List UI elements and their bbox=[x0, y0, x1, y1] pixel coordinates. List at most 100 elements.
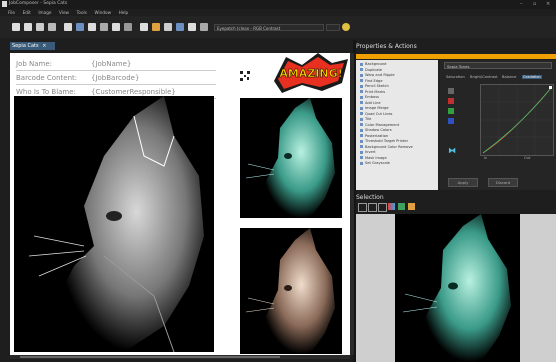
export-icon[interactable] bbox=[188, 23, 196, 31]
graph-in-label: In bbox=[484, 156, 488, 160]
tab-bright-contrast[interactable]: Bright/Contrast bbox=[470, 75, 497, 79]
gradation-curve-graph[interactable] bbox=[480, 84, 554, 156]
vertical-scrollbar[interactable] bbox=[350, 53, 354, 355]
list-item[interactable]: Background Color Remove bbox=[360, 145, 413, 149]
graph-out-label: Out bbox=[524, 156, 531, 160]
list-item[interactable]: Image Merge bbox=[360, 106, 389, 110]
select-grid-icon[interactable] bbox=[368, 203, 377, 212]
qr-code-icon[interactable] bbox=[240, 71, 250, 81]
channel-blue-icon[interactable] bbox=[448, 118, 454, 124]
palette-icon[interactable] bbox=[152, 23, 160, 31]
list-item[interactable]: Posterization bbox=[360, 134, 388, 138]
menu-edit[interactable]: Edit bbox=[23, 9, 31, 16]
preset-dropdown[interactable]: Eyepatch (clean - RGB Contrast bbox=[214, 24, 324, 31]
effects-icon[interactable] bbox=[342, 23, 350, 31]
list-item[interactable]: Duplicate bbox=[360, 68, 382, 72]
fill-icon[interactable] bbox=[398, 203, 405, 210]
list-item[interactable]: Add Line bbox=[360, 101, 381, 105]
select-frame-icon[interactable] bbox=[378, 203, 387, 212]
rotate-icon[interactable] bbox=[112, 23, 120, 31]
new-icon[interactable] bbox=[12, 23, 20, 31]
image-icon[interactable] bbox=[76, 23, 84, 31]
list-item[interactable]: Threshold Target Printer bbox=[360, 139, 408, 143]
layout-icon[interactable] bbox=[140, 23, 148, 31]
zoom-icon[interactable] bbox=[176, 23, 184, 31]
field-job-name[interactable]: Job Name: {JobName} bbox=[16, 59, 216, 71]
discard-button[interactable]: Discard bbox=[488, 178, 518, 187]
list-item[interactable]: Pencil Sketch bbox=[360, 84, 389, 88]
color-icon[interactable] bbox=[388, 203, 395, 210]
list-item[interactable]: Warp and Ripple bbox=[360, 73, 395, 77]
channel-green-icon[interactable] bbox=[448, 108, 454, 114]
amazing-logo[interactable]: AMAZING! bbox=[272, 53, 350, 93]
list-item[interactable]: Shadow Colors bbox=[360, 128, 392, 132]
grid-icon[interactable] bbox=[164, 23, 172, 31]
horizontal-scrollbar[interactable] bbox=[10, 355, 350, 359]
menu-image[interactable]: Image bbox=[38, 9, 51, 16]
channel-red-icon[interactable] bbox=[448, 98, 454, 104]
filter-icon[interactable] bbox=[200, 23, 208, 31]
warning-icon[interactable] bbox=[408, 203, 415, 210]
action-icon bbox=[360, 73, 363, 77]
crop-icon[interactable] bbox=[100, 23, 108, 31]
tab-label: Sepia Cats bbox=[12, 43, 39, 49]
teal-cat-image[interactable] bbox=[240, 98, 342, 218]
copy-icon[interactable] bbox=[64, 23, 72, 31]
title-bar: JobComposer - Sepia Cats – ▫ × bbox=[0, 0, 556, 9]
tab-gradation[interactable]: Gradation bbox=[522, 75, 542, 79]
paste-icon[interactable] bbox=[88, 23, 96, 31]
minimize-button[interactable]: – bbox=[520, 1, 523, 7]
action-icon bbox=[360, 90, 363, 93]
action-icon bbox=[360, 95, 363, 99]
list-item[interactable]: Background bbox=[360, 62, 386, 66]
action-icon bbox=[360, 139, 363, 143]
tab-sepia-cats[interactable]: Sepia Cats × bbox=[10, 42, 55, 50]
curve-handle[interactable] bbox=[549, 86, 552, 89]
menu-tools[interactable]: Tools bbox=[77, 9, 87, 16]
action-icon bbox=[360, 161, 363, 165]
field-label: Job Name: bbox=[16, 60, 53, 68]
select-rect-icon[interactable] bbox=[358, 203, 367, 212]
list-item[interactable]: Tile bbox=[360, 117, 371, 121]
settings-icon[interactable] bbox=[124, 23, 132, 31]
option-dropdown[interactable] bbox=[326, 24, 340, 31]
list-item[interactable]: Emboss bbox=[360, 95, 379, 99]
main-cat-image[interactable] bbox=[14, 96, 214, 352]
menu-view[interactable]: View bbox=[59, 9, 69, 16]
field-label: Barcode Content: bbox=[16, 74, 78, 82]
list-item[interactable]: Mask Image bbox=[360, 156, 387, 160]
action-icon bbox=[360, 117, 363, 121]
close-button[interactable]: × bbox=[546, 1, 550, 7]
save-icon[interactable] bbox=[36, 23, 44, 31]
apply-button[interactable]: Apply bbox=[448, 178, 478, 187]
menu-file[interactable]: File bbox=[8, 9, 15, 16]
list-item[interactable]: Print Marks bbox=[360, 90, 385, 94]
tab-balance[interactable]: Balance bbox=[502, 75, 516, 79]
list-item[interactable]: Find Edge bbox=[360, 79, 383, 83]
menu-help[interactable]: Help bbox=[119, 9, 129, 16]
menu-window[interactable]: Window bbox=[94, 9, 111, 16]
list-item[interactable]: Quad Cut Lines bbox=[360, 112, 392, 116]
field-barcode[interactable]: Barcode Content: {JobBarcode} bbox=[16, 73, 216, 85]
list-item[interactable]: Set Grayscale bbox=[360, 161, 390, 165]
field-value: {JobBarcode} bbox=[91, 74, 140, 82]
open-icon[interactable] bbox=[24, 23, 32, 31]
actions-list[interactable]: Background Duplicate Warp and Ripple Fin… bbox=[356, 60, 438, 190]
tab-saturation[interactable]: Saturation bbox=[446, 75, 465, 79]
scroll-thumb[interactable] bbox=[20, 356, 280, 358]
tab-close-icon[interactable]: × bbox=[42, 43, 46, 49]
effect-select[interactable]: Sepia Tones bbox=[444, 62, 552, 69]
list-item[interactable]: Invert bbox=[360, 150, 376, 154]
action-icon bbox=[360, 123, 363, 126]
selection-preview-image[interactable] bbox=[395, 214, 520, 362]
print-icon[interactable] bbox=[48, 23, 56, 31]
sepia-cat-image[interactable] bbox=[240, 228, 342, 354]
maximize-button[interactable]: ▫ bbox=[533, 1, 536, 7]
action-icon bbox=[360, 106, 363, 110]
channel-rgb-icon[interactable] bbox=[448, 88, 454, 94]
action-icon bbox=[360, 68, 363, 71]
field-value: {CustomerResponsible} bbox=[91, 88, 176, 96]
action-icon bbox=[360, 134, 363, 137]
bowtie-icon[interactable]: ⧓ bbox=[448, 146, 456, 155]
list-item[interactable]: Color Management bbox=[360, 123, 399, 127]
